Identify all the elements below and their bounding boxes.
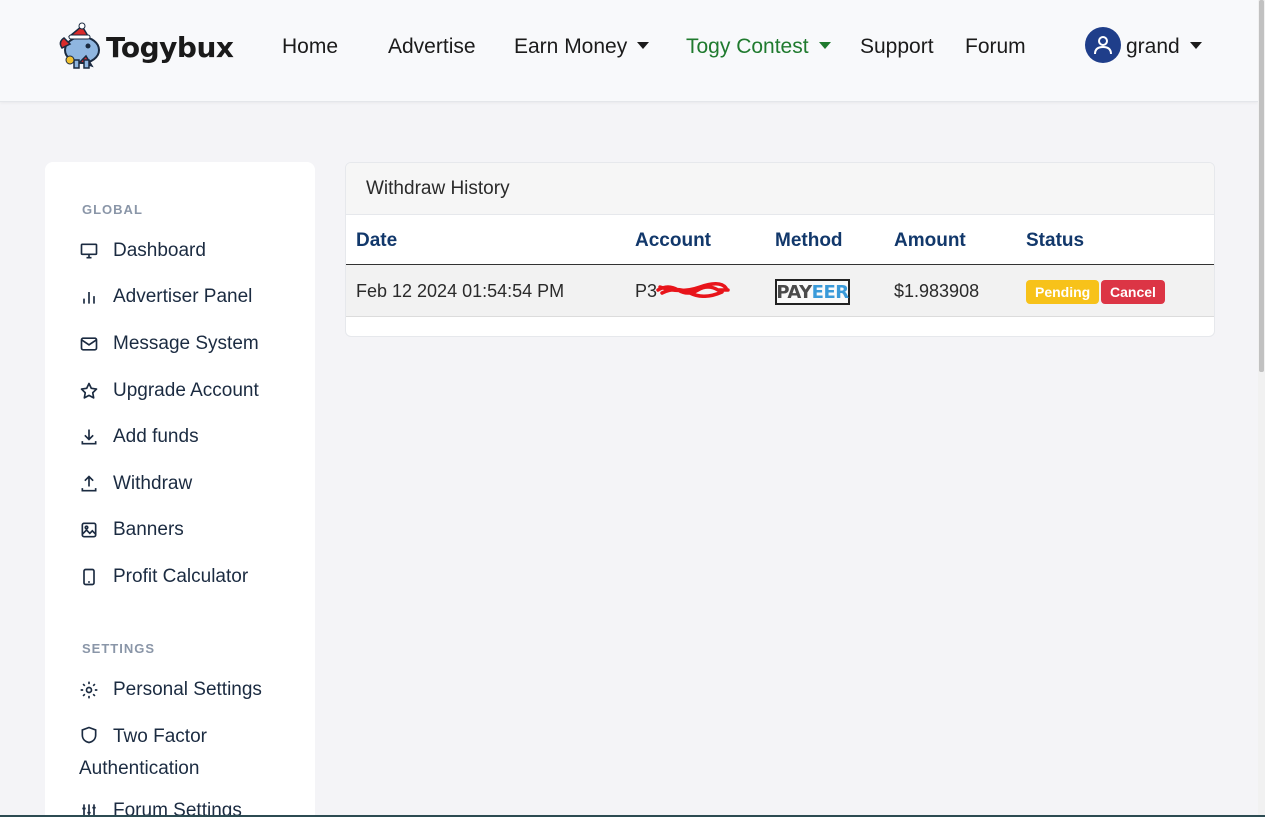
column-header-amount: Amount (894, 230, 966, 251)
nav-forum[interactable]: Forum (965, 34, 1026, 60)
upload-icon (79, 474, 99, 494)
nav-home[interactable]: Home (282, 34, 338, 60)
bar-chart-icon (79, 287, 99, 307)
nav-advertise[interactable]: Advertise (388, 34, 476, 60)
download-icon (79, 427, 99, 447)
shield-icon (79, 725, 99, 745)
star-icon (79, 381, 99, 401)
cell-account: P3 (635, 281, 658, 301)
sidebar-item-profit-calculator[interactable]: Profit Calculator (79, 565, 248, 589)
scrollbar-thumb[interactable] (1259, 0, 1264, 372)
sidebar-item-two-factor[interactable]: Two Factor Authentication (79, 721, 299, 785)
user-name-label: grand (1126, 35, 1180, 58)
nav-support[interactable]: Support (860, 34, 934, 60)
nav-earn-money-label: Earn Money (514, 35, 628, 58)
sidebar-item-label: Personal Settings (113, 679, 262, 700)
payeer-logo-part: PAY (776, 281, 812, 303)
cell-date: Feb 12 2024 01:54:54 PM (356, 281, 565, 301)
top-navbar: Togybux Home Advertise Earn Money Togy C… (0, 0, 1258, 102)
caret-down-icon (637, 41, 650, 49)
column-header-method: Method (775, 230, 843, 251)
user-avatar[interactable] (1085, 27, 1121, 63)
sidebar-item-dashboard[interactable]: Dashboard (79, 239, 206, 263)
page-scrollbar[interactable] (1258, 0, 1265, 817)
sidebar-item-withdraw[interactable]: Withdraw (79, 472, 192, 496)
payeer-logo: PAY EER (775, 279, 850, 305)
redaction-scribble (656, 282, 730, 298)
sidebar-item-label: Dashboard (113, 240, 206, 261)
tablet-icon (79, 567, 99, 587)
monitor-icon (79, 241, 99, 261)
sidebar-item-label: Advertiser Panel (113, 286, 253, 307)
nav-earn-money[interactable]: Earn Money (514, 34, 650, 60)
nav-togy-contest[interactable]: Togy Contest (686, 34, 831, 60)
sidebar: GLOBAL Dashboard Advertiser Panel Messag… (45, 162, 315, 817)
sidebar-item-label: Upgrade Account (113, 380, 259, 401)
sidebar-item-label: Message System (113, 333, 259, 354)
cell-amount: $1.983908 (894, 281, 980, 301)
sidebar-item-label: Profit Calculator (113, 566, 249, 587)
card-title: Withdraw History (346, 163, 1214, 215)
sidebar-item-banners[interactable]: Banners (79, 518, 184, 542)
sidebar-item-message-system[interactable]: Message System (79, 332, 259, 356)
status-badge: Pending (1026, 280, 1100, 304)
caret-down-icon (1189, 41, 1202, 49)
sidebar-item-add-funds[interactable]: Add funds (79, 425, 199, 449)
column-header-date: Date (356, 230, 398, 251)
table-header: Date Account Method Amount Status (346, 215, 1214, 265)
mascot-logo-icon (59, 22, 100, 69)
cancel-button[interactable]: Cancel (1101, 280, 1165, 304)
gear-icon (79, 680, 99, 700)
image-icon (79, 520, 99, 540)
user-icon (1094, 36, 1112, 55)
user-menu[interactable]: grand (1126, 34, 1202, 60)
nav-togy-contest-label: Togy Contest (686, 35, 809, 58)
column-header-account: Account (635, 230, 711, 251)
sidebar-section-global: GLOBAL (82, 202, 143, 217)
sidebar-section-settings: SETTINGS (82, 641, 156, 656)
table-row: Feb 12 2024 01:54:54 PM P3 PAY EER $1.983… (346, 265, 1214, 317)
caret-down-icon (818, 41, 831, 49)
brand-name: Togybux (106, 30, 234, 64)
envelope-icon (79, 334, 99, 354)
brand-logo[interactable]: Togybux (56, 20, 234, 74)
sidebar-item-upgrade-account[interactable]: Upgrade Account (79, 379, 259, 403)
sidebar-item-advertiser-panel[interactable]: Advertiser Panel (79, 285, 252, 309)
withdraw-history-card: Withdraw History Date Account Method Amo… (345, 162, 1215, 337)
sidebar-item-label: Banners (113, 519, 184, 540)
payeer-logo-part: EER (811, 281, 849, 303)
sidebar-item-label: Add funds (113, 426, 199, 447)
sidebar-item-personal-settings[interactable]: Personal Settings (79, 678, 262, 702)
sidebar-item-label: Withdraw (113, 473, 193, 494)
column-header-status: Status (1026, 230, 1085, 251)
